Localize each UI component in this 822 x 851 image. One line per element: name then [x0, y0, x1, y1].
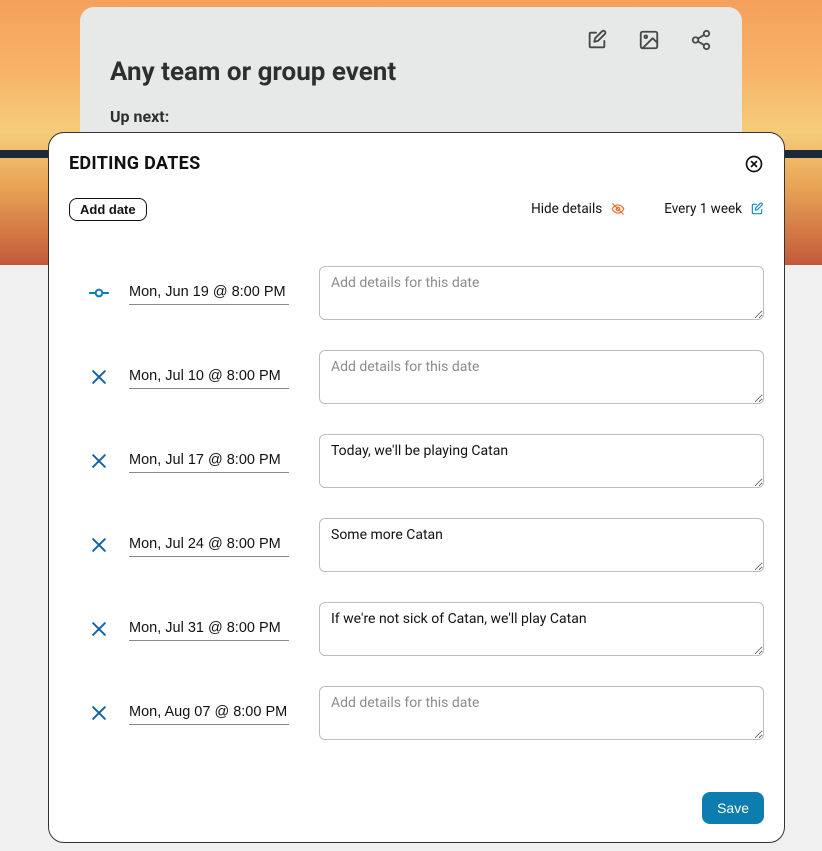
date-row [89, 686, 764, 740]
date-text-wrap [129, 617, 299, 641]
edit-icon[interactable] [586, 29, 608, 51]
current-date-icon [89, 283, 109, 303]
modal-header: EDITING DATES [69, 153, 764, 174]
edit-recurrence-icon[interactable] [750, 202, 764, 216]
add-date-button[interactable]: Add date [69, 198, 147, 221]
date-row: If we're not sick of Catan, we'll play C… [89, 602, 764, 656]
editing-dates-modal: EDITING DATES Add date Hide details Ever… [48, 132, 785, 843]
right-controls: Hide details Every 1 week [531, 201, 764, 217]
date-text-wrap [129, 449, 299, 473]
date-row [89, 266, 764, 320]
date-text-wrap [129, 533, 299, 557]
date-row [89, 350, 764, 404]
date-rows: Today, we'll be playing Catan Some more … [69, 266, 764, 740]
date-input[interactable] [129, 450, 289, 473]
details-input[interactable] [319, 686, 764, 740]
modal-footer: Save [69, 792, 764, 824]
date-text-wrap [129, 365, 299, 389]
hide-details-label[interactable]: Hide details [531, 201, 602, 217]
details-input[interactable] [319, 350, 764, 404]
up-next-label: Up next: [110, 107, 712, 126]
details-input[interactable]: If we're not sick of Catan, we'll play C… [319, 602, 764, 656]
details-input[interactable]: Some more Catan [319, 518, 764, 572]
eye-off-icon[interactable] [610, 202, 626, 216]
details-input[interactable] [319, 266, 764, 320]
date-input[interactable] [129, 702, 289, 725]
card-toolbar [110, 29, 712, 51]
date-input[interactable] [129, 618, 289, 641]
remove-date-icon[interactable] [89, 703, 109, 723]
remove-date-icon[interactable] [89, 619, 109, 639]
share-icon[interactable] [690, 29, 712, 51]
modal-title: EDITING DATES [69, 153, 200, 174]
date-row: Today, we'll be playing Catan [89, 434, 764, 488]
date-input[interactable] [129, 366, 289, 389]
remove-date-icon[interactable] [89, 367, 109, 387]
remove-date-icon[interactable] [89, 451, 109, 471]
date-input[interactable] [129, 534, 289, 557]
modal-controls: Add date Hide details Every 1 week [69, 196, 764, 222]
image-icon[interactable] [638, 29, 660, 51]
date-row: Some more Catan [89, 518, 764, 572]
event-title: Any team or group event [110, 57, 712, 87]
remove-date-icon[interactable] [89, 535, 109, 555]
save-button[interactable]: Save [702, 792, 764, 824]
close-icon[interactable] [744, 154, 764, 174]
date-text-wrap [129, 281, 299, 305]
details-input[interactable]: Today, we'll be playing Catan [319, 434, 764, 488]
date-text-wrap [129, 701, 299, 725]
date-input[interactable] [129, 282, 289, 305]
recurrence-label[interactable]: Every 1 week [664, 201, 742, 217]
